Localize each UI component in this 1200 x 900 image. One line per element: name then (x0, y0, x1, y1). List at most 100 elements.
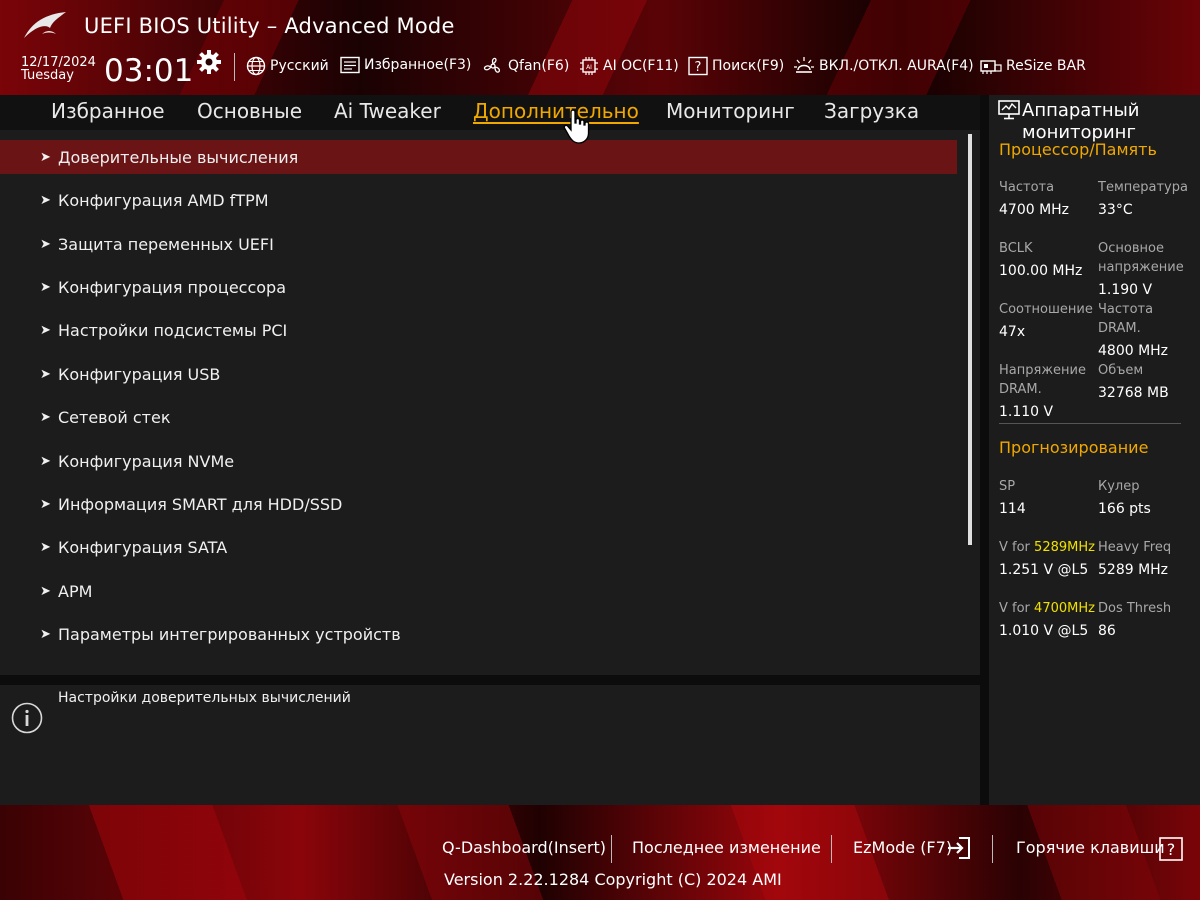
tab-favorites[interactable]: Избранное (51, 99, 165, 123)
hotkeys-button[interactable]: Горячие клавиши (1016, 838, 1165, 857)
help-question-icon[interactable]: ? (1159, 837, 1183, 861)
prediction-section-title: Прогнозирование (999, 438, 1149, 457)
menu-item-usb-config[interactable]: ➤ Конфигурация USB (0, 357, 957, 391)
favorites-button[interactable]: Избранное(F3) (340, 56, 471, 74)
resize-bar-label: ReSize BAR (1006, 58, 1086, 74)
svg-text:?: ? (1167, 840, 1176, 859)
ezmode-button[interactable]: EzMode (F7) (853, 838, 952, 857)
dram-frequency-label-line1: Частота (1098, 302, 1154, 317)
core-voltage-label-line2: напряжение (1098, 260, 1184, 275)
dos-thresh-label: Dos Thresh (1098, 601, 1172, 616)
last-change-button[interactable]: Последнее изменение (632, 838, 821, 857)
dram-frequency-value: 4800 MHz (1098, 343, 1169, 359)
submenu-arrow-icon: ➤ (40, 279, 51, 295)
search-label: Поиск(F9) (712, 58, 785, 74)
svg-text:?: ? (695, 60, 702, 75)
dram-frequency-label-line2: DRAM. (1098, 321, 1141, 336)
menu-item-label: Конфигурация SATA (58, 537, 228, 557)
submenu-arrow-icon: ➤ (40, 496, 51, 512)
ai-oc-button[interactable]: AI AI OC(F11) (579, 56, 679, 76)
v-for-prefix: V for (999, 601, 1030, 616)
search-help-icon: ? (688, 56, 708, 76)
header-divider (234, 53, 235, 81)
search-button[interactable]: ? Поиск(F9) (688, 56, 784, 76)
qfan-button[interactable]: Qfan(F6) (482, 56, 569, 76)
core-voltage-label-line1: Основное (1098, 241, 1164, 256)
sp-value: 114 (999, 501, 1026, 517)
globe-icon (246, 56, 266, 76)
submenu-arrow-icon: ➤ (40, 626, 51, 642)
menu-item-label: Конфигурация NVMe (58, 451, 235, 471)
clock-time: 03:01 (104, 53, 194, 89)
memory-capacity-label: Объем (1098, 363, 1144, 378)
fan-icon (483, 57, 501, 73)
v-for-dos-value: 1.010 V @L5 (999, 623, 1089, 639)
menu-item-label: Сетевой стек (58, 407, 171, 427)
help-description: Настройки доверительных вычислений (58, 690, 351, 706)
core-voltage-value: 1.190 V (1098, 282, 1153, 298)
svg-text:AI: AI (586, 64, 592, 71)
tab-monitor[interactable]: Мониторинг (666, 99, 795, 123)
menu-item-label: Параметры интегрированных устройств (58, 624, 401, 644)
menu-item-pci-subsystem[interactable]: ➤ Настройки подсистемы PCI (0, 313, 957, 347)
v-for-dos-frequency: 4700MHz (1034, 601, 1095, 616)
language-button[interactable]: Русский (246, 56, 329, 76)
memory-capacity-value: 32768 MB (1098, 385, 1169, 401)
menu-item-uefi-variables[interactable]: ➤ Защита переменных UEFI (0, 227, 957, 261)
aura-icon (794, 57, 814, 73)
ratio-label: Соотношение (999, 302, 1093, 317)
favorites-label: Избранное(F3) (364, 57, 472, 73)
bclk-value: 100.00 MHz (999, 263, 1083, 279)
menu-item-trusted-computing[interactable]: ➤ Доверительные вычисления (0, 140, 957, 174)
footer-divider (611, 835, 612, 863)
resize-bar-icon (980, 60, 1002, 74)
menu-scrollbar[interactable] (968, 134, 972, 545)
tab-advanced[interactable]: Дополнительно (473, 99, 639, 123)
menu-item-sata-config[interactable]: ➤ Конфигурация SATA (0, 530, 957, 564)
monitor-title: Аппаратный мониторинг (1022, 100, 1140, 143)
app-title: UEFI BIOS Utility – Advanced Mode (84, 14, 455, 38)
menu-item-cpu-config[interactable]: ➤ Конфигурация процессора (0, 270, 957, 304)
dram-voltage-label-line1: Напряжение (999, 363, 1086, 378)
menu-item-apm[interactable]: ➤ APM (0, 574, 957, 608)
menu-item-label: Конфигурация USB (58, 364, 221, 384)
menu-item-label: Настройки подсистемы PCI (58, 320, 288, 340)
cpu-temperature-label: Температура (1098, 180, 1188, 195)
tab-ai-tweaker[interactable]: Ai Tweaker (334, 99, 441, 123)
cpu-frequency-value: 4700 MHz (999, 202, 1070, 218)
tab-main[interactable]: Основные (197, 99, 302, 123)
qfan-label: Qfan(F6) (508, 58, 570, 74)
q-dashboard-button[interactable]: Q-Dashboard(Insert) (442, 838, 606, 857)
heavy-freq-label: Heavy Freq (1098, 540, 1172, 555)
aura-button[interactable]: ВКЛ./ОТКЛ. AURA(F4) (793, 56, 974, 76)
heavy-freq-value: 5289 MHz (1098, 562, 1169, 578)
cpu-frequency-label: Частота (999, 180, 1055, 195)
submenu-arrow-icon: ➤ (40, 409, 51, 425)
menu-item-nvme-config[interactable]: ➤ Конфигурация NVMe (0, 444, 957, 478)
v-for-heavy-frequency: 5289MHz (1034, 540, 1095, 555)
menu-item-network-stack[interactable]: ➤ Сетевой стек (0, 400, 957, 434)
gear-icon[interactable] (197, 50, 221, 74)
aura-label: ВКЛ./ОТКЛ. AURA(F4) (819, 58, 974, 74)
resize-bar-button[interactable]: ReSize BAR (980, 56, 1086, 76)
cooler-value: 166 pts (1098, 501, 1151, 517)
exit-arrow-icon[interactable] (947, 836, 971, 860)
cooler-label: Кулер (1098, 479, 1140, 494)
submenu-arrow-icon: ➤ (40, 236, 51, 252)
submenu-arrow-icon: ➤ (40, 322, 51, 338)
monitor-divider (999, 423, 1181, 424)
day-text: Tuesday (21, 68, 74, 83)
tab-boot[interactable]: Загрузка (824, 99, 919, 123)
submenu-arrow-icon: ➤ (40, 539, 51, 555)
chip-icon: AI (580, 57, 598, 75)
menu-item-label: Защита переменных UEFI (58, 234, 274, 254)
language-label: Русский (270, 58, 329, 74)
version-text: Version 2.22.1284 Copyright (C) 2024 AMI (444, 870, 782, 889)
menu-item-label: Конфигурация процессора (58, 277, 287, 297)
menu-item-amd-ftpm[interactable]: ➤ Конфигурация AMD fTPM (0, 183, 957, 217)
v-for-heavy-value: 1.251 V @L5 (999, 562, 1089, 578)
v-for-prefix: V for (999, 540, 1030, 555)
footer-divider (992, 835, 993, 863)
menu-item-smart-info[interactable]: ➤ Информация SMART для HDD/SSD (0, 487, 957, 521)
menu-item-onboard-devices[interactable]: ➤ Параметры интегрированных устройств (0, 617, 957, 651)
